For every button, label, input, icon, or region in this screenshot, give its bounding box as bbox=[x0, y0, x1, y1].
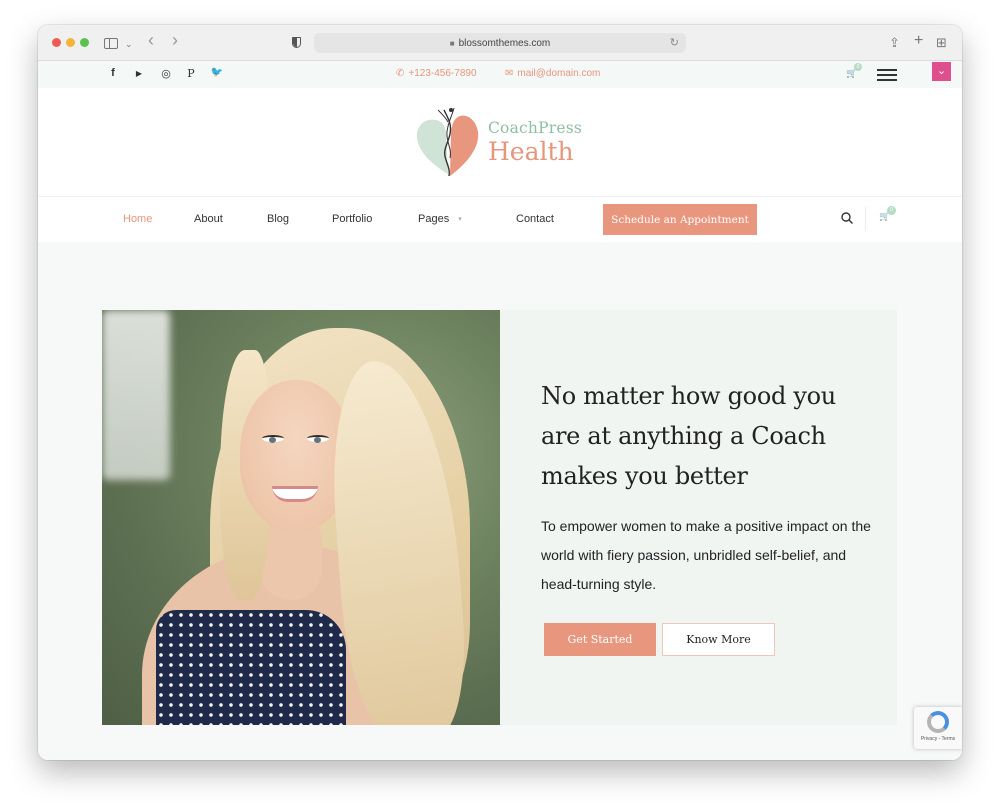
phone-icon: ✆ bbox=[396, 68, 405, 79]
zoom-window-button[interactable] bbox=[80, 38, 89, 47]
email-icon: ✉ bbox=[505, 68, 514, 79]
instagram-icon[interactable]: ◎ bbox=[159, 67, 173, 80]
address-bar[interactable]: ■ blossomthemes.com ↻ bbox=[314, 33, 686, 53]
hero-buttons: Get Started Know More bbox=[544, 623, 871, 656]
twitter-icon[interactable]: 🐦 bbox=[210, 67, 224, 78]
recaptcha-icon bbox=[927, 711, 949, 733]
back-icon[interactable]: ‹ bbox=[148, 31, 154, 49]
chevron-down-icon: ▾ bbox=[458, 216, 462, 223]
nav-cart-button[interactable]: 🛒 0 bbox=[879, 206, 896, 222]
hero-headline: No matter how good you are at anything a… bbox=[541, 382, 836, 490]
new-tab-icon[interactable]: + bbox=[914, 32, 923, 50]
logo-heart-figure-icon bbox=[416, 107, 479, 177]
nav-item-pages[interactable]: Pages ▾ bbox=[418, 213, 462, 225]
close-window-button[interactable] bbox=[52, 38, 61, 47]
youtube-icon[interactable]: ▶ bbox=[132, 69, 146, 78]
get-started-button[interactable]: Get Started bbox=[544, 623, 656, 656]
toggle-dropdown-button[interactable]: ⌄ bbox=[932, 62, 951, 81]
top-cart-button[interactable]: 🛒 0 bbox=[846, 63, 862, 79]
email-address: mail@domain.com bbox=[517, 68, 601, 79]
main-nav: Home About Blog Portfolio Pages ▾ Contac… bbox=[38, 196, 962, 242]
reload-icon[interactable]: ↻ bbox=[670, 36, 679, 49]
share-icon[interactable]: ⇪ bbox=[889, 34, 900, 52]
chevron-down-icon[interactable]: ⌄ bbox=[125, 35, 133, 53]
pinterest-icon[interactable]: P bbox=[184, 67, 198, 80]
hero-section: No matter how good you are at anything a… bbox=[102, 310, 897, 725]
nav-item-contact[interactable]: Contact bbox=[516, 213, 554, 225]
browser-toolbar: ⌄ ‹ › ■ blossomthemes.com ↻ ⇪ + ⊞ bbox=[38, 25, 962, 61]
nav-item-home[interactable]: Home bbox=[123, 213, 152, 225]
hero-portrait-image bbox=[102, 310, 500, 725]
recaptcha-privacy-terms[interactable]: Privacy - Terms bbox=[914, 736, 962, 742]
logo-text-coachpress: CoachPress bbox=[488, 119, 583, 137]
nav-item-portfolio[interactable]: Portfolio bbox=[332, 213, 372, 225]
minimize-window-button[interactable] bbox=[66, 38, 75, 47]
nav-item-pages-label: Pages bbox=[418, 213, 450, 225]
hero-content: No matter how good you are at anything a… bbox=[541, 376, 871, 656]
know-more-button[interactable]: Know More bbox=[662, 623, 775, 656]
webpage: f ▶ ◎ P 🐦 ✆ +123-456-7890 ✉ mail@domain.… bbox=[38, 61, 962, 760]
url-text: blossomthemes.com bbox=[458, 37, 551, 49]
cart-count-badge: 0 bbox=[854, 63, 862, 71]
phone-link[interactable]: ✆ +123-456-7890 bbox=[396, 68, 477, 79]
header-logo-area: CoachPress Health bbox=[38, 88, 962, 196]
hero-subtext: To empower women to make a positive impa… bbox=[541, 518, 871, 592]
nav-item-about[interactable]: About bbox=[194, 213, 223, 225]
phone-number: +123-456-7890 bbox=[408, 68, 477, 79]
tab-overview-icon[interactable]: ⊞ bbox=[936, 34, 947, 52]
schedule-appointment-button[interactable]: Schedule an Appointment bbox=[603, 204, 757, 235]
sidebar-icon[interactable] bbox=[104, 38, 118, 49]
search-icon[interactable] bbox=[840, 211, 854, 225]
facebook-icon[interactable]: f bbox=[106, 67, 120, 79]
lock-icon: ■ bbox=[449, 38, 455, 48]
site-logo[interactable]: CoachPress Health bbox=[414, 104, 614, 180]
email-link[interactable]: ✉ mail@domain.com bbox=[505, 68, 600, 79]
recaptcha-badge[interactable]: Privacy - Terms bbox=[914, 707, 962, 749]
nav-divider bbox=[865, 207, 866, 231]
hamburger-menu-icon[interactable] bbox=[877, 69, 897, 81]
browser-window: ⌄ ‹ › ■ blossomthemes.com ↻ ⇪ + ⊞ f ▶ ◎ … bbox=[38, 25, 962, 760]
cart-count-badge: 0 bbox=[887, 206, 896, 215]
logo-text-health: Health bbox=[488, 137, 574, 166]
forward-icon[interactable]: › bbox=[172, 31, 178, 49]
nav-item-blog[interactable]: Blog bbox=[267, 213, 289, 225]
top-bar: f ▶ ◎ P 🐦 ✆ +123-456-7890 ✉ mail@domain.… bbox=[38, 61, 962, 88]
shield-icon[interactable] bbox=[292, 37, 301, 48]
